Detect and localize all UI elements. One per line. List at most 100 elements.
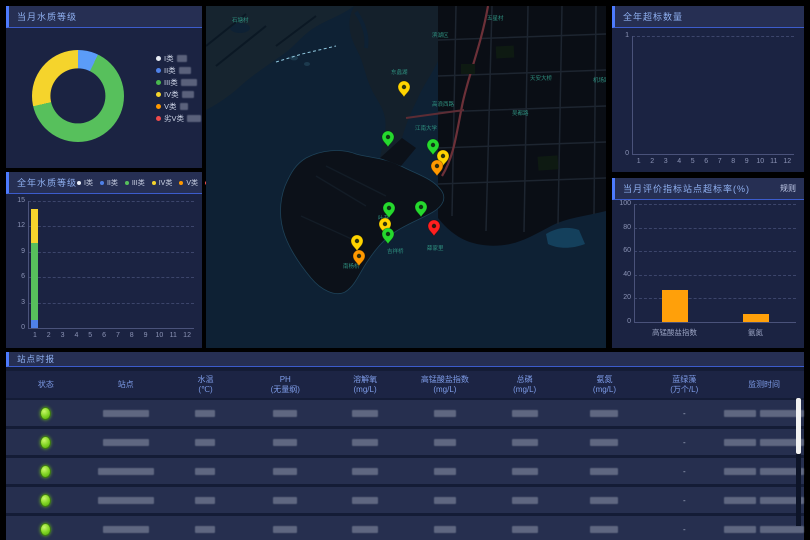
chart-gridline bbox=[632, 36, 794, 37]
redacted-value bbox=[103, 439, 149, 446]
data-cell bbox=[405, 439, 485, 446]
status-ok-icon bbox=[40, 436, 51, 449]
redacted-value bbox=[512, 439, 538, 446]
redacted-value bbox=[352, 468, 378, 475]
legend-item[interactable]: IV类 bbox=[152, 178, 173, 188]
redacted-value bbox=[434, 410, 456, 417]
time-cell bbox=[724, 439, 804, 446]
x-axis-tick-label: 11 bbox=[170, 332, 177, 339]
data-cell bbox=[405, 410, 485, 417]
column-header-unit: (无量纲) bbox=[245, 385, 325, 395]
legend-item[interactable]: III类 bbox=[156, 76, 201, 88]
x-axis-tick-label: 5 bbox=[691, 158, 695, 165]
legend-item[interactable]: III类 bbox=[125, 178, 145, 188]
column-header: 水温(℃) bbox=[166, 375, 246, 395]
data-cell bbox=[86, 439, 166, 446]
column-header-name: 状态 bbox=[6, 380, 86, 390]
redacted-value bbox=[98, 468, 154, 475]
x-axis-tick-label: 8 bbox=[731, 158, 735, 165]
redacted-value bbox=[195, 526, 215, 533]
legend-item[interactable]: 劣V类 bbox=[156, 112, 201, 124]
rules-link[interactable]: 规则 bbox=[780, 183, 796, 194]
month-rate-chart[interactable]: 020406080100高锰酸盐指数氨氮 bbox=[612, 200, 804, 348]
table-row[interactable]: - bbox=[6, 458, 804, 484]
redacted-value bbox=[177, 55, 187, 62]
rate-bar[interactable] bbox=[743, 314, 769, 322]
data-cell bbox=[86, 497, 166, 504]
column-header-unit: (mg/L) bbox=[325, 385, 405, 395]
panel-month-quality: 当月水质等级 I类II类III类IV类V类劣V类 bbox=[6, 6, 202, 168]
rate-bar[interactable] bbox=[662, 290, 688, 322]
y-axis-tick-label: 0 bbox=[11, 324, 25, 331]
annual-quality-chart[interactable]: 03691215123456789101112 bbox=[6, 194, 202, 348]
redacted-value bbox=[273, 410, 297, 417]
status-cell bbox=[6, 494, 86, 507]
legend-item[interactable]: IV类 bbox=[156, 88, 201, 100]
y-axis-tick-label: 80 bbox=[617, 224, 631, 231]
legend-item[interactable]: V类 bbox=[156, 100, 201, 112]
redacted-value bbox=[512, 526, 538, 533]
redacted-value bbox=[273, 468, 297, 475]
legend-item[interactable]: II类 bbox=[100, 178, 118, 188]
table-scrollbar-thumb[interactable] bbox=[796, 398, 801, 454]
legend-item[interactable]: II类 bbox=[156, 64, 201, 76]
redacted-value bbox=[352, 439, 378, 446]
x-axis-tick-label: 2 bbox=[650, 158, 654, 165]
legend-item[interactable]: I类 bbox=[156, 52, 201, 64]
redacted-date bbox=[724, 468, 756, 475]
time-cell bbox=[724, 526, 804, 533]
x-axis-tick-label: 9 bbox=[144, 332, 148, 339]
column-header: PH(无量纲) bbox=[245, 375, 325, 395]
table-row[interactable]: - bbox=[6, 429, 804, 455]
redacted-date bbox=[724, 497, 756, 504]
legend-item[interactable]: V类 bbox=[179, 178, 198, 188]
data-cell bbox=[245, 439, 325, 446]
legend-label: II类 bbox=[107, 178, 118, 188]
data-cell bbox=[405, 468, 485, 475]
table-row[interactable]: - bbox=[6, 487, 804, 513]
redacted-value bbox=[512, 497, 538, 504]
column-header-name: 监测时间 bbox=[724, 380, 804, 390]
redacted-value bbox=[181, 79, 197, 86]
table-row[interactable]: - bbox=[6, 400, 804, 426]
station-map[interactable]: 石塘村东蠡湖滨湖区五星村天安大桥机场路高浪西路吴都路江南大学叶巷吉祥桥薛家里南杨… bbox=[206, 6, 606, 348]
donut-chart[interactable] bbox=[32, 50, 124, 142]
y-axis-tick-label: 9 bbox=[11, 248, 25, 255]
stacked-bar-segment[interactable] bbox=[31, 243, 38, 319]
data-cell bbox=[485, 468, 565, 475]
redacted-value bbox=[590, 526, 618, 533]
column-header-name: 溶解氧 bbox=[325, 375, 405, 385]
chart-gridline bbox=[28, 277, 194, 278]
panel-month-rate-title: 当月评价指标站点超标率(%) bbox=[623, 182, 750, 195]
y-axis-tick-label: 15 bbox=[11, 197, 25, 204]
redacted-value bbox=[434, 526, 456, 533]
column-header: 溶解氧(mg/L) bbox=[325, 375, 405, 395]
panel-month-rate: 当月评价指标站点超标率(%) 规则 020406080100高锰酸盐指数氨氮 bbox=[612, 178, 804, 348]
y-axis-line bbox=[632, 36, 633, 154]
redacted-value bbox=[352, 410, 378, 417]
legend-item[interactable]: I类 bbox=[77, 178, 93, 188]
map-place-label: 高浪西路 bbox=[432, 100, 455, 108]
redacted-value bbox=[273, 526, 297, 533]
legend-dot-icon bbox=[156, 56, 161, 61]
column-header-name: 高锰酸盐指数 bbox=[405, 375, 485, 385]
map-place-label: 薛家里 bbox=[427, 244, 444, 252]
x-axis-tick-label: 4 bbox=[677, 158, 681, 165]
x-axis-tick-label: 1 bbox=[637, 158, 641, 165]
y-axis-tick-label: 12 bbox=[11, 222, 25, 229]
x-axis-tick-label: 5 bbox=[88, 332, 92, 339]
data-cell bbox=[405, 526, 485, 533]
stacked-bar-segment[interactable] bbox=[31, 209, 38, 243]
table-scrollbar[interactable] bbox=[796, 398, 801, 526]
x-axis-line bbox=[634, 322, 796, 323]
y-axis-tick-label: 40 bbox=[617, 271, 631, 278]
legend-label: I类 bbox=[164, 53, 174, 64]
redacted-value bbox=[590, 497, 618, 504]
redacted-value bbox=[195, 468, 215, 475]
stacked-bar-segment[interactable] bbox=[31, 320, 38, 328]
donut-legend: I类II类III类IV类V类劣V类 bbox=[156, 52, 201, 124]
chart-gridline bbox=[28, 303, 194, 304]
status-cell bbox=[6, 523, 86, 536]
table-row[interactable]: - bbox=[6, 516, 804, 540]
annual-exceed-chart[interactable]: 01123456789101112 bbox=[612, 28, 804, 172]
